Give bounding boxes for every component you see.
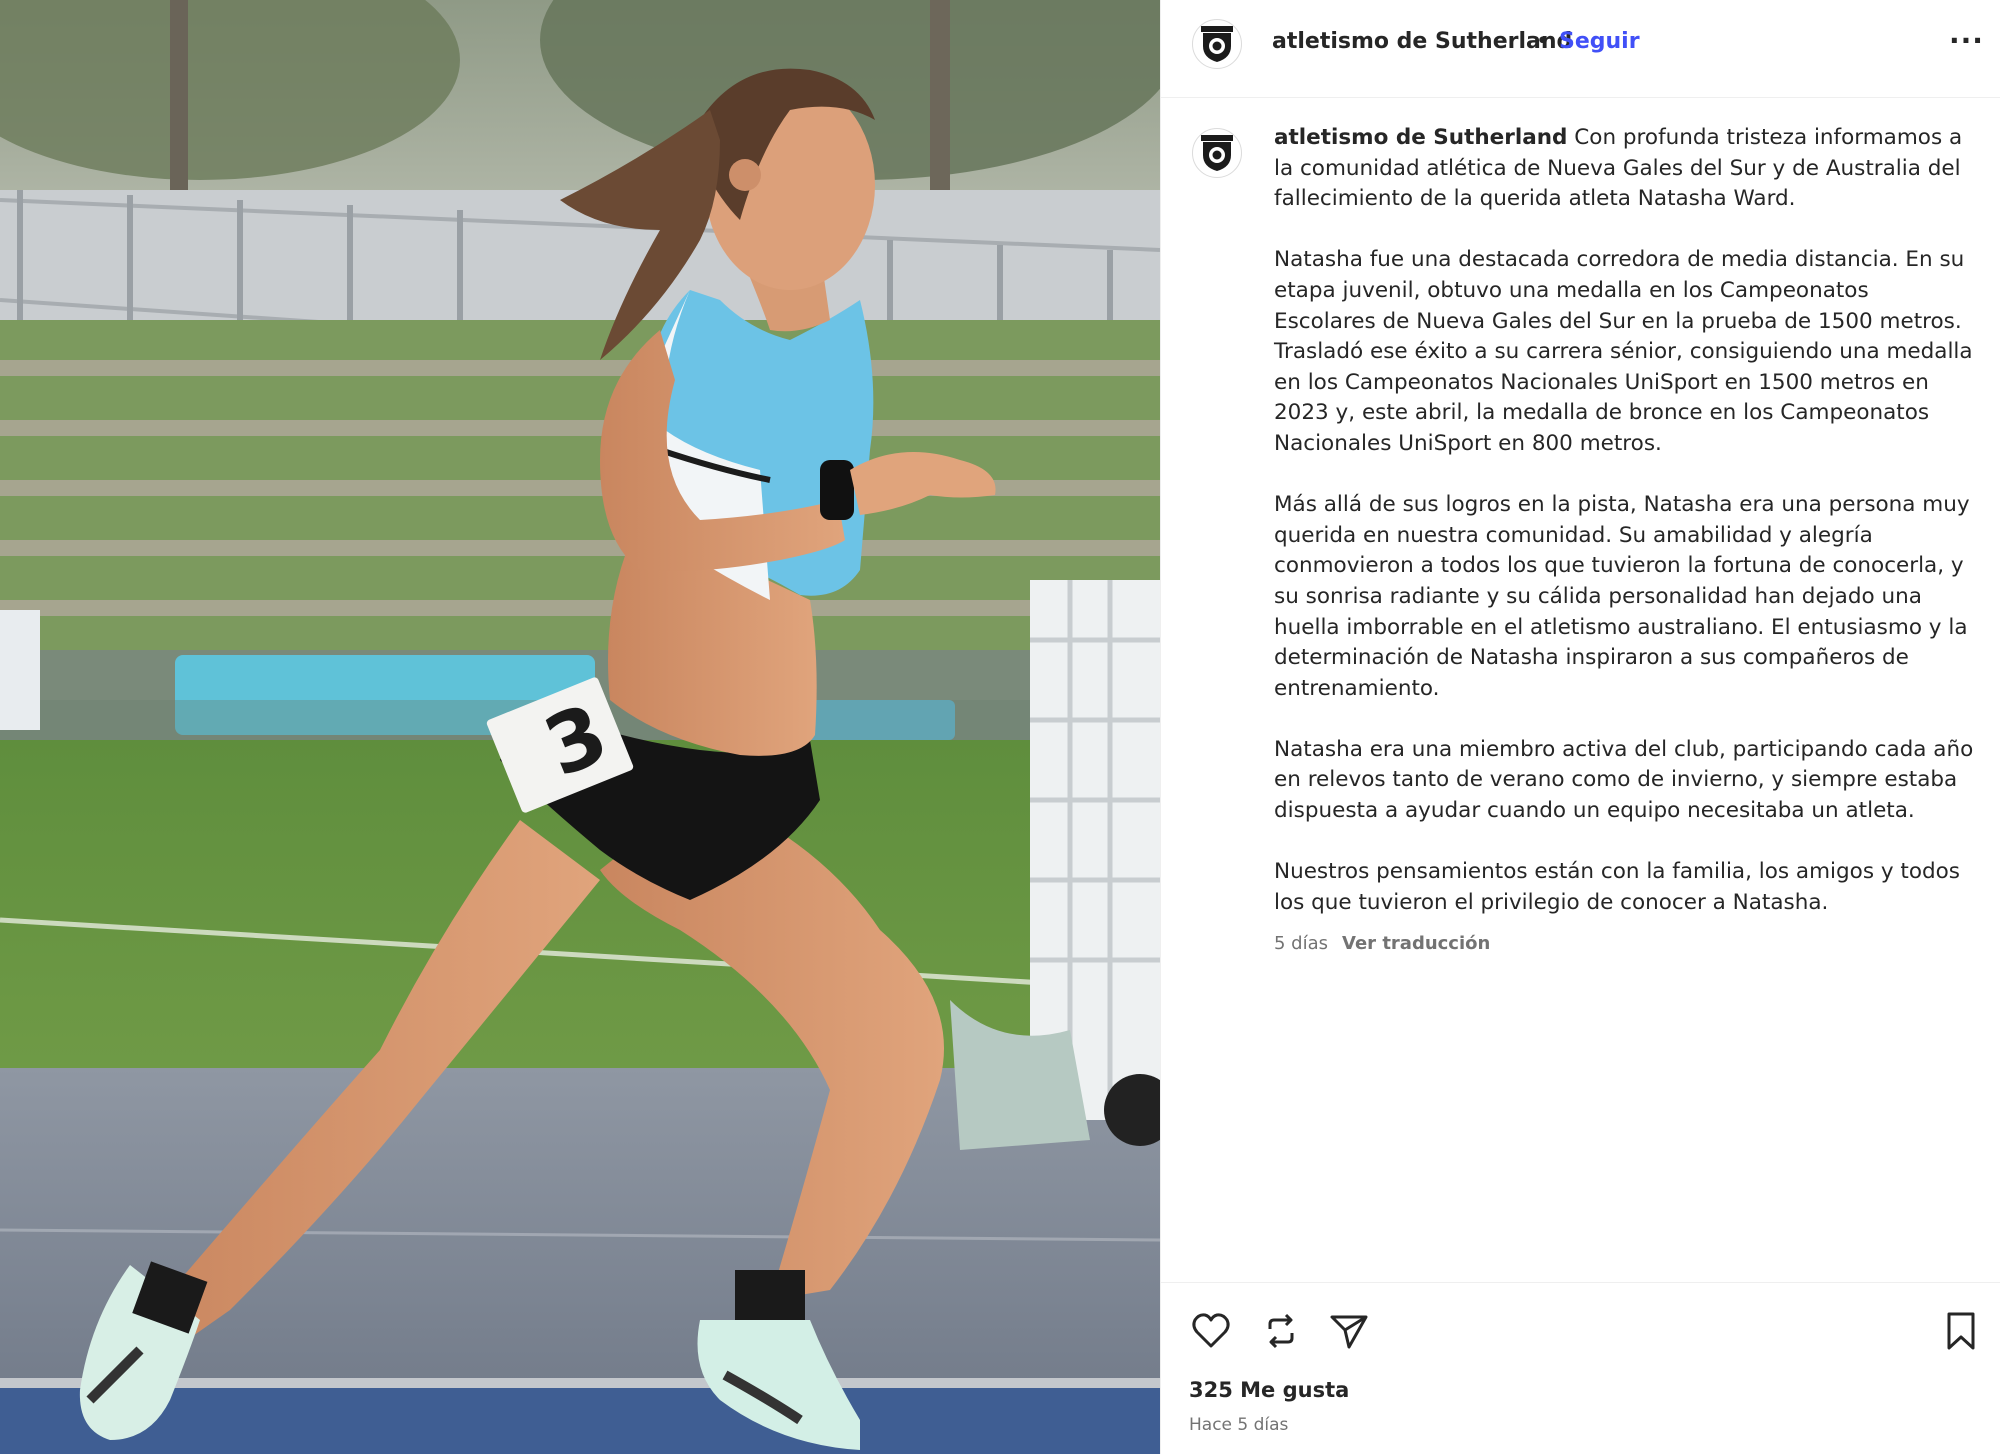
more-options-icon[interactable]: ···	[1949, 24, 1984, 57]
heart-icon[interactable]	[1189, 1309, 1233, 1353]
post-actions: 325 Me gusta Hace 5 días	[1161, 1282, 2000, 1454]
caption-avatar[interactable]	[1192, 128, 1242, 178]
caption-paragraph: Natasha fue una destacada corredora de m…	[1274, 247, 1973, 456]
post-photo[interactable]: 3	[0, 0, 1160, 1454]
post-timestamp: Hace 5 días	[1189, 1415, 1289, 1435]
header-separator: •	[1536, 29, 1549, 54]
caption-age: 5 días	[1274, 933, 1329, 954]
athlete-photo: 3	[0, 0, 1160, 1454]
share-icon[interactable]	[1327, 1309, 1371, 1353]
follow-button[interactable]: Seguir	[1559, 29, 1640, 54]
caption-paragraph: Natasha era una miembro activa del club,…	[1274, 736, 1974, 824]
caption-username-link[interactable]: atletismo de Sutherland	[1274, 125, 1567, 150]
likes-count[interactable]: 325 Me gusta	[1189, 1378, 1349, 1402]
post-sidebar: atletismo de Sutherland • Seguir ··· atl…	[1160, 0, 2000, 1454]
repost-icon[interactable]	[1259, 1309, 1303, 1353]
see-translation-link[interactable]: Ver traducción	[1342, 933, 1490, 954]
account-avatar[interactable]	[1192, 19, 1242, 69]
instagram-post: 3 atletismo de Sutherland • Seguir ··· a…	[0, 0, 2000, 1454]
bookmark-icon[interactable]	[1939, 1309, 1983, 1353]
caption-paragraph: Más allá de sus logros en la pista, Nata…	[1274, 492, 1970, 701]
caption-paragraph: atletismo de Sutherland Con profunda tri…	[1274, 123, 1974, 215]
caption-meta: 5 días Ver traducción	[1274, 933, 1490, 954]
post-caption: atletismo de Sutherland Con profunda tri…	[1274, 123, 1974, 949]
club-logo-icon	[1201, 135, 1233, 171]
account-name-link[interactable]: atletismo de Sutherland	[1272, 29, 1572, 54]
post-header: atletismo de Sutherland • Seguir ···	[1161, 0, 2000, 98]
caption-paragraph: Nuestros pensamientos están con la famil…	[1274, 859, 1960, 915]
club-logo-icon	[1201, 26, 1233, 62]
